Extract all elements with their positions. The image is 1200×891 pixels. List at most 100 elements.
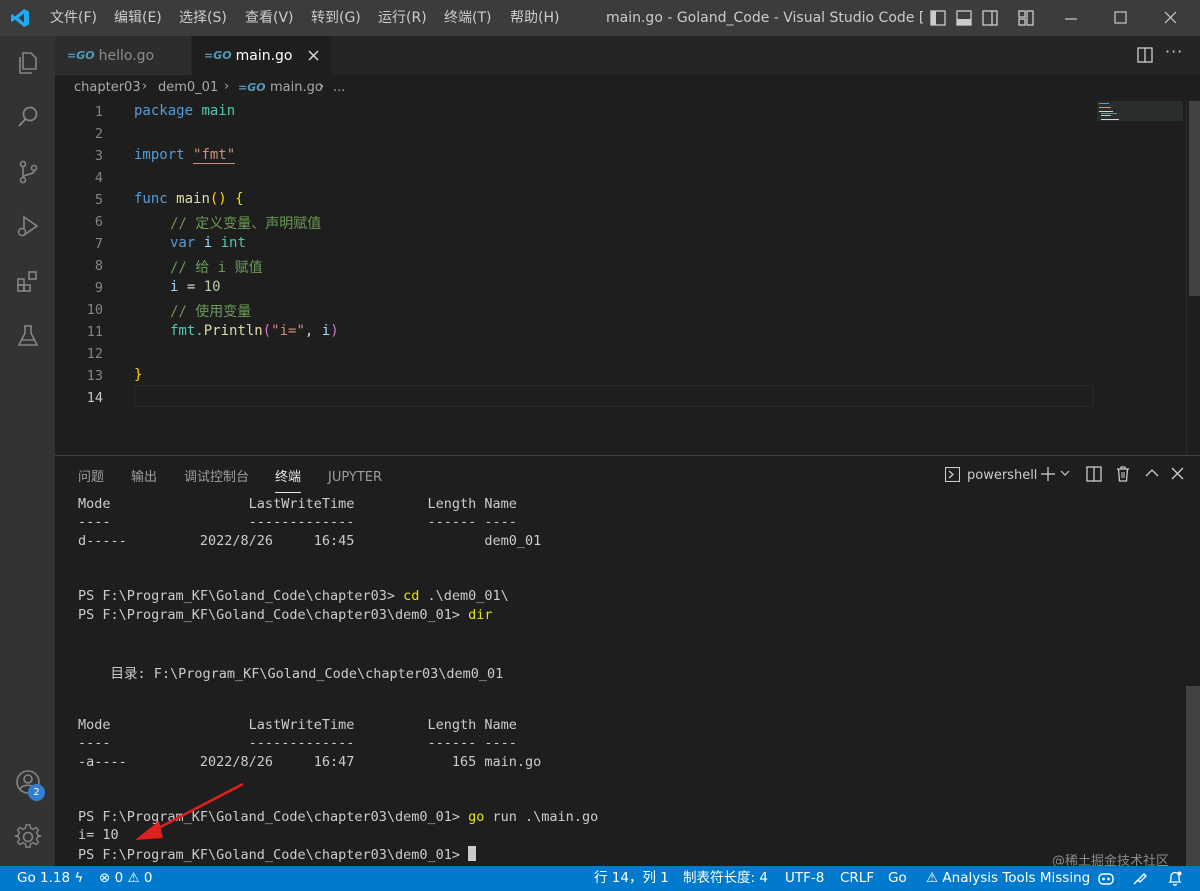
terminal-prompt: PS F:\Program_KF\Goland_Code\chapter03\d… — [78, 847, 469, 863]
operator: = — [186, 279, 196, 295]
line-number-active: 14 — [86, 390, 103, 406]
toggle-panel-icon[interactable] — [956, 10, 972, 26]
cursor-position[interactable]: 行 14，列 1 — [594, 866, 669, 891]
chevron-down-icon[interactable] — [1060, 470, 1070, 478]
bell-icon[interactable] — [1167, 870, 1183, 887]
terminal-command: cd — [403, 588, 420, 604]
terminal-command: dir — [468, 607, 493, 623]
search-button[interactable] — [0, 93, 55, 141]
manage-button[interactable] — [0, 813, 55, 861]
new-terminal-icon[interactable] — [1040, 466, 1056, 482]
close-panel-icon[interactable] — [1171, 467, 1184, 480]
testing-button[interactable] — [0, 312, 55, 360]
gear-icon — [14, 824, 41, 848]
breadcrumb-symbols[interactable]: ... — [333, 80, 345, 95]
code-line: // 使用变量 — [170, 301, 251, 321]
code-editor[interactable]: 1 2 3 4 5 6 7 8 9 10 11 12 13 14 package… — [55, 101, 1200, 455]
breadcrumb-folder[interactable]: chapter03 — [74, 80, 141, 95]
variable: i — [203, 235, 213, 251]
tab-debug-console[interactable]: 调试控制台 — [184, 464, 249, 492]
code-line: // 给 i 赋值 — [170, 257, 263, 277]
tab-size[interactable]: 制表符长度: 4 — [683, 866, 768, 891]
terminal-icon — [945, 467, 960, 482]
split-terminal-icon[interactable] — [1086, 466, 1102, 482]
accounts-button[interactable]: 2 — [0, 758, 55, 806]
problems-item[interactable]: ⊗ 0 ⚠ 0 — [99, 866, 153, 891]
end-of-line[interactable]: CRLF — [840, 866, 874, 891]
menu-help[interactable]: 帮助(H) — [510, 0, 559, 36]
breadcrumb-folder[interactable]: dem0_01 — [158, 80, 218, 95]
customize-layout-icon[interactable] — [1018, 10, 1034, 26]
tab-label: hello.go — [98, 47, 155, 64]
tab-terminal[interactable]: 终端 — [275, 464, 302, 493]
menu-view[interactable]: 查看(V) — [245, 0, 294, 36]
tab-hello-go[interactable]: =GO hello.go — [55, 36, 191, 75]
variable: i — [321, 323, 331, 339]
minimap[interactable] — [1095, 101, 1183, 123]
tab-main-go[interactable]: =GO main.go — [192, 36, 331, 75]
source-control-icon — [19, 160, 37, 184]
language-mode[interactable]: Go — [888, 866, 907, 891]
close-tab-icon[interactable] — [308, 50, 319, 61]
punctuation: () — [209, 191, 227, 207]
flask-icon — [17, 325, 38, 346]
analysis-tools-label: Analysis Tools Missing — [942, 870, 1091, 886]
encoding[interactable]: UTF-8 — [785, 866, 824, 891]
tab-output[interactable]: 输出 — [131, 464, 157, 492]
menu-file[interactable]: 文件(F) — [50, 0, 97, 36]
terminal-cursor — [468, 846, 477, 861]
files-icon — [18, 52, 37, 74]
go-file-icon: =GO — [238, 81, 266, 94]
explorer-button[interactable] — [0, 39, 55, 87]
terminal-line: Mode LastWriteTime Length Name — [78, 496, 517, 512]
extensions-icon — [16, 271, 37, 292]
tab-jupyter[interactable]: JUPYTER — [328, 464, 382, 492]
line-number: 13 — [86, 368, 103, 384]
code-line: i = 10 — [170, 279, 221, 295]
terminal-scrollbar-thumb[interactable] — [1186, 686, 1200, 866]
breadcrumb: chapter03 › dem0_01 › =GO main.go › ... — [55, 75, 1200, 101]
package-ref: fmt. — [170, 323, 204, 339]
error-icon: ⊗ — [99, 870, 111, 886]
toggle-secondary-sidebar-icon[interactable] — [982, 10, 998, 26]
go-file-icon: =GO — [204, 49, 232, 62]
extensions-button[interactable] — [0, 258, 55, 306]
editor-scrollbar[interactable] — [1186, 101, 1200, 455]
analysis-tools-item[interactable]: ⚠ Analysis Tools Missing — [926, 866, 1090, 891]
minimize-icon[interactable] — [1064, 12, 1078, 26]
run-debug-button[interactable] — [0, 202, 55, 250]
menu-edit[interactable]: 编辑(E) — [114, 0, 162, 36]
terminal-line: PS F:\Program_KF\Goland_Code\chapter03\d… — [78, 607, 493, 623]
menu-go[interactable]: 转到(G) — [311, 0, 361, 36]
maximize-icon[interactable] — [1114, 11, 1128, 25]
trash-icon[interactable] — [1115, 465, 1131, 482]
menu-selection[interactable]: 选择(S) — [179, 0, 227, 36]
breadcrumb-file[interactable]: main.go — [270, 80, 323, 95]
tab-problems[interactable]: 问题 — [78, 464, 104, 492]
number-literal: 10 — [203, 279, 221, 295]
menu-run[interactable]: 运行(R) — [378, 0, 427, 36]
terminal-prompt: PS F:\Program_KF\Goland_Code\chapter03\d… — [78, 607, 469, 623]
line-number: 9 — [94, 280, 103, 296]
status-bar: Go 1.18 ϟ ⊗ 0 ⚠ 0 行 14，列 1 制表符长度: 4 UTF-… — [0, 866, 1200, 891]
go-version-item[interactable]: Go 1.18 ϟ — [17, 866, 83, 891]
scrollbar-thumb[interactable] — [1189, 101, 1200, 296]
terminal-args: .\dem0_01\ — [419, 588, 509, 604]
chevron-up-icon[interactable] — [1145, 468, 1159, 478]
terminal-shell-label[interactable]: powershell — [967, 468, 1037, 483]
string-literal: "i=" — [271, 323, 305, 339]
copilot-icon[interactable] — [1098, 871, 1114, 886]
identifier: main — [201, 103, 236, 119]
terminal-line: 目录: F:\Program_KF\Goland_Code\chapter03\… — [78, 666, 504, 682]
menu-terminal[interactable]: 终端(T) — [444, 0, 491, 36]
function-name: main — [176, 191, 210, 207]
feedback-icon[interactable] — [1132, 871, 1148, 886]
toggle-sidebar-icon[interactable] — [930, 10, 946, 26]
more-actions-icon[interactable]: ··· — [1165, 42, 1183, 61]
lightning-icon: ϟ — [74, 870, 84, 886]
source-control-button[interactable] — [0, 148, 55, 196]
close-window-icon[interactable] — [1164, 11, 1178, 25]
line-number: 12 — [86, 346, 103, 362]
split-editor-icon[interactable] — [1137, 47, 1153, 63]
terminal-args: run .\main.go — [484, 809, 599, 825]
